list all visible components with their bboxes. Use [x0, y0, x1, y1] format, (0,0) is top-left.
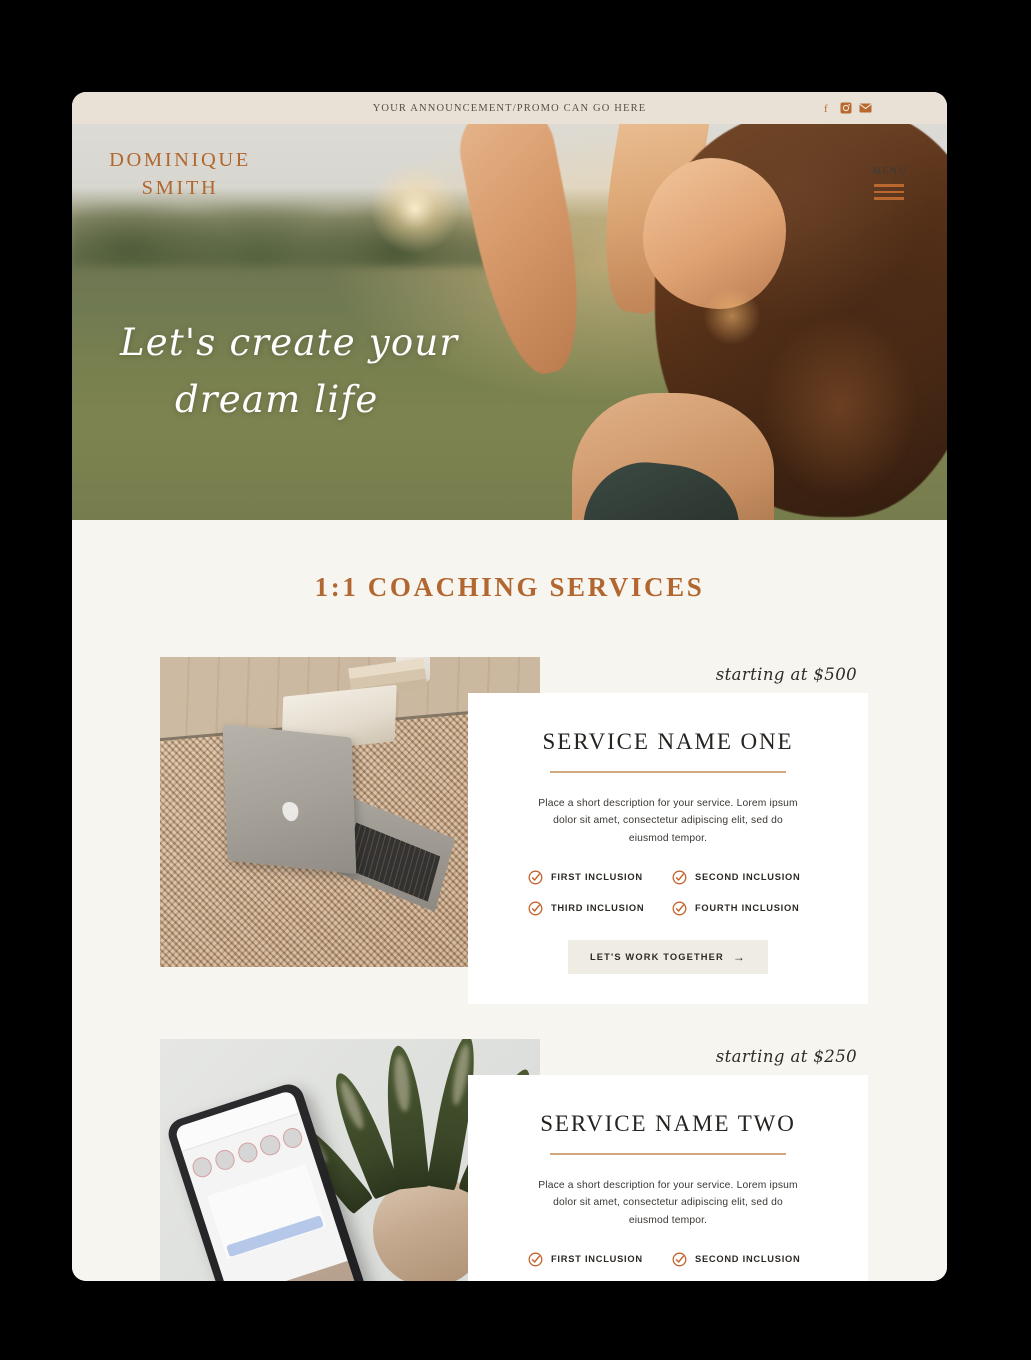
hero-headline: Let's create your dream life: [120, 314, 458, 429]
hero-headline-line-2: dream life: [175, 378, 379, 422]
inclusion-list-one: FIRST INCLUSION SECOND INCLUSION THIRD I…: [528, 870, 808, 916]
service-card-one: SERVICE NAME ONE Place a short descripti…: [468, 693, 868, 1004]
inclusion-label: SECOND INCLUSION: [695, 1254, 801, 1265]
check-circle-icon: [672, 870, 687, 885]
service-block-two: we will feel alive again starting at $25…: [72, 1039, 947, 1281]
announcement-text: YOUR ANNOUNCEMENT/PROMO CAN GO HERE: [372, 102, 647, 114]
hero-headline-line-1: Let's create your: [120, 321, 459, 364]
inclusion-item: FIRST INCLUSION: [528, 870, 664, 885]
story-avatar: [190, 1154, 215, 1179]
check-circle-icon: [672, 1252, 687, 1267]
inclusion-item: THIRD INCLUSION: [528, 901, 664, 916]
browser-frame: YOUR ANNOUNCEMENT/PROMO CAN GO HERE f DO…: [72, 92, 947, 1281]
hero-section: DOMINIQUE SMITH MENU Let's create your d…: [72, 124, 947, 520]
service-price-one: starting at $500: [715, 665, 857, 684]
social-links: f: [822, 102, 872, 114]
inclusion-label: THIRD INCLUSION: [551, 903, 645, 914]
check-circle-icon: [528, 870, 543, 885]
check-circle-icon: [528, 901, 543, 916]
service-card-two: SERVICE NAME TWO Place a short descripti…: [468, 1075, 868, 1281]
apple-logo-icon: [281, 801, 299, 823]
inclusion-item: FIRST INCLUSION: [528, 1252, 664, 1267]
services-section: 1:1 COACHING SERVICES starting at $500 S…: [72, 520, 947, 1281]
service-description-one: Place a short description for your servi…: [538, 797, 798, 844]
cta-button-one[interactable]: LET'S WORK TOGETHER →: [567, 939, 769, 974]
inclusion-label: FIRST INCLUSION: [551, 1254, 643, 1265]
instagram-icon[interactable]: [840, 102, 852, 114]
story-avatar: [235, 1140, 260, 1165]
figure-hair-wisp: [750, 295, 929, 518]
inclusion-label: FOURTH INCLUSION: [695, 903, 800, 914]
inclusion-item: SECOND INCLUSION: [672, 870, 808, 885]
hamburger-bar-2: [874, 190, 905, 194]
figure-face: [643, 157, 786, 309]
menu-button[interactable]: MENU: [872, 166, 907, 200]
service-block-one: starting at $500 SERVICE NAME ONE Place …: [72, 657, 947, 1004]
check-circle-icon: [672, 901, 687, 916]
hamburger-bar-1: [874, 184, 905, 187]
cta-label: LET'S WORK TOGETHER: [589, 951, 724, 962]
email-icon[interactable]: [859, 102, 872, 114]
announcement-bar: YOUR ANNOUNCEMENT/PROMO CAN GO HERE f: [72, 92, 947, 124]
facebook-icon[interactable]: f: [822, 102, 833, 114]
site-logo[interactable]: DOMINIQUE SMITH: [95, 146, 265, 203]
section-title: 1:1 COACHING SERVICES: [314, 572, 705, 602]
laptop-lid: [222, 724, 357, 875]
hamburger-icon[interactable]: [872, 184, 907, 200]
story-avatar: [257, 1132, 282, 1158]
figure-arm-left: [451, 124, 598, 382]
story-avatar: [212, 1147, 237, 1172]
sun-flare-secondary: [702, 286, 761, 345]
service-name-one: SERVICE NAME ONE: [542, 729, 794, 754]
story-avatar: [280, 1125, 305, 1150]
check-circle-icon: [528, 1252, 543, 1267]
logo-line-1: DOMINIQUE: [109, 149, 251, 171]
title-divider: [550, 1153, 786, 1155]
instagram-post: we will feel alive again: [229, 1260, 378, 1281]
logo-line-2: SMITH: [141, 177, 219, 200]
inclusion-label: FIRST INCLUSION: [551, 872, 643, 883]
service-description-two: Place a short description for your servi…: [538, 1179, 798, 1226]
svg-text:f: f: [824, 103, 828, 114]
menu-label: MENU: [871, 166, 907, 177]
hamburger-bar-3: [874, 197, 905, 200]
arrow-right-icon: →: [732, 949, 747, 964]
service-price-two: starting at $250: [715, 1047, 857, 1066]
inclusion-item: SECOND INCLUSION: [672, 1252, 808, 1267]
title-divider: [550, 771, 786, 773]
inclusion-list-two: FIRST INCLUSION SECOND INCLUSION: [528, 1252, 808, 1281]
inclusion-label: SECOND INCLUSION: [695, 872, 801, 883]
inclusion-item: FOURTH INCLUSION: [672, 901, 808, 916]
service-name-two: SERVICE NAME TWO: [540, 1111, 796, 1136]
